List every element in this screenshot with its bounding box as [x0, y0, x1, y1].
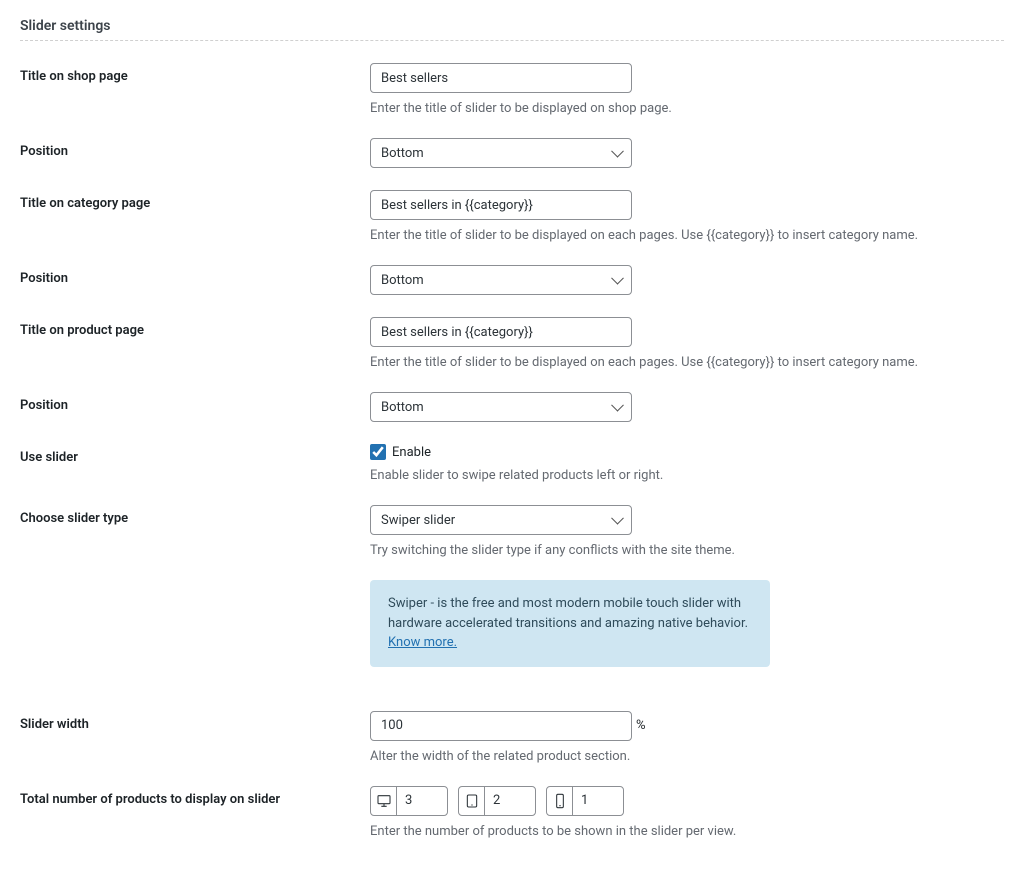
device-desktop: [370, 786, 448, 816]
tablet-icon: [459, 787, 485, 815]
row-position-product: Position Bottom: [20, 392, 1004, 422]
row-slider-type: Choose slider type Swiper slider Try swi…: [20, 505, 1004, 558]
checkbox-use-slider[interactable]: [370, 444, 386, 460]
label-position-shop: Position: [20, 138, 370, 159]
desc-use-slider: Enable slider to swipe related products …: [370, 468, 1004, 483]
label-title-product: Title on product page: [20, 317, 370, 338]
checkbox-label-use-slider: Enable: [392, 445, 431, 460]
desc-slider-width: Alter the width of the related product s…: [370, 749, 1004, 764]
device-tablet: [458, 786, 536, 816]
desc-slider-type: Try switching the slider type if any con…: [370, 543, 1004, 558]
row-use-slider: Use slider Enable Enable slider to swipe…: [20, 444, 1004, 483]
row-title-category: Title on category page Enter the title o…: [20, 190, 1004, 243]
label-title-shop: Title on shop page: [20, 63, 370, 84]
label-position-product: Position: [20, 392, 370, 413]
input-desktop-count[interactable]: [397, 787, 447, 815]
select-position-category[interactable]: Bottom: [370, 265, 632, 295]
label-position-category: Position: [20, 265, 370, 286]
label-title-category: Title on category page: [20, 190, 370, 211]
label-slider-type: Choose slider type: [20, 505, 370, 526]
device-mobile: [546, 786, 624, 816]
input-title-category[interactable]: [370, 190, 632, 220]
input-slider-width[interactable]: [370, 711, 632, 741]
label-use-slider: Use slider: [20, 444, 370, 465]
row-products-count: Total number of products to display on s…: [20, 786, 1004, 839]
desktop-icon: [371, 787, 397, 815]
label-slider-width: Slider width: [20, 711, 370, 732]
select-position-shop[interactable]: Bottom: [370, 138, 632, 168]
section-title: Slider settings: [20, 18, 1004, 34]
row-position-shop: Position Bottom: [20, 138, 1004, 168]
desc-title-category: Enter the title of slider to be displaye…: [370, 228, 1004, 243]
info-box-link[interactable]: Know more.: [388, 635, 457, 650]
row-info-box: Swiper - is the free and most modern mob…: [20, 580, 1004, 689]
select-slider-type[interactable]: Swiper slider: [370, 505, 632, 535]
row-title-shop: Title on shop page Enter the title of sl…: [20, 63, 1004, 116]
mobile-icon: [547, 787, 573, 815]
select-position-product[interactable]: Bottom: [370, 392, 632, 422]
row-slider-width: Slider width % Alter the width of the re…: [20, 711, 1004, 764]
input-title-product[interactable]: [370, 317, 632, 347]
input-tablet-count[interactable]: [485, 787, 535, 815]
section-divider: [20, 40, 1004, 41]
slider-width-unit: %: [636, 718, 646, 733]
input-mobile-count[interactable]: [573, 787, 623, 815]
row-position-category: Position Bottom: [20, 265, 1004, 295]
label-products-count: Total number of products to display on s…: [20, 786, 370, 807]
desc-products-count: Enter the number of products to be shown…: [370, 824, 1004, 839]
input-title-shop[interactable]: [370, 63, 632, 93]
desc-title-shop: Enter the title of slider to be displaye…: [370, 101, 1004, 116]
info-box-text: Swiper - is the free and most modern mob…: [388, 596, 748, 631]
desc-title-product: Enter the title of slider to be displaye…: [370, 355, 1004, 370]
info-box-swiper: Swiper - is the free and most modern mob…: [370, 580, 770, 667]
row-title-product: Title on product page Enter the title of…: [20, 317, 1004, 370]
